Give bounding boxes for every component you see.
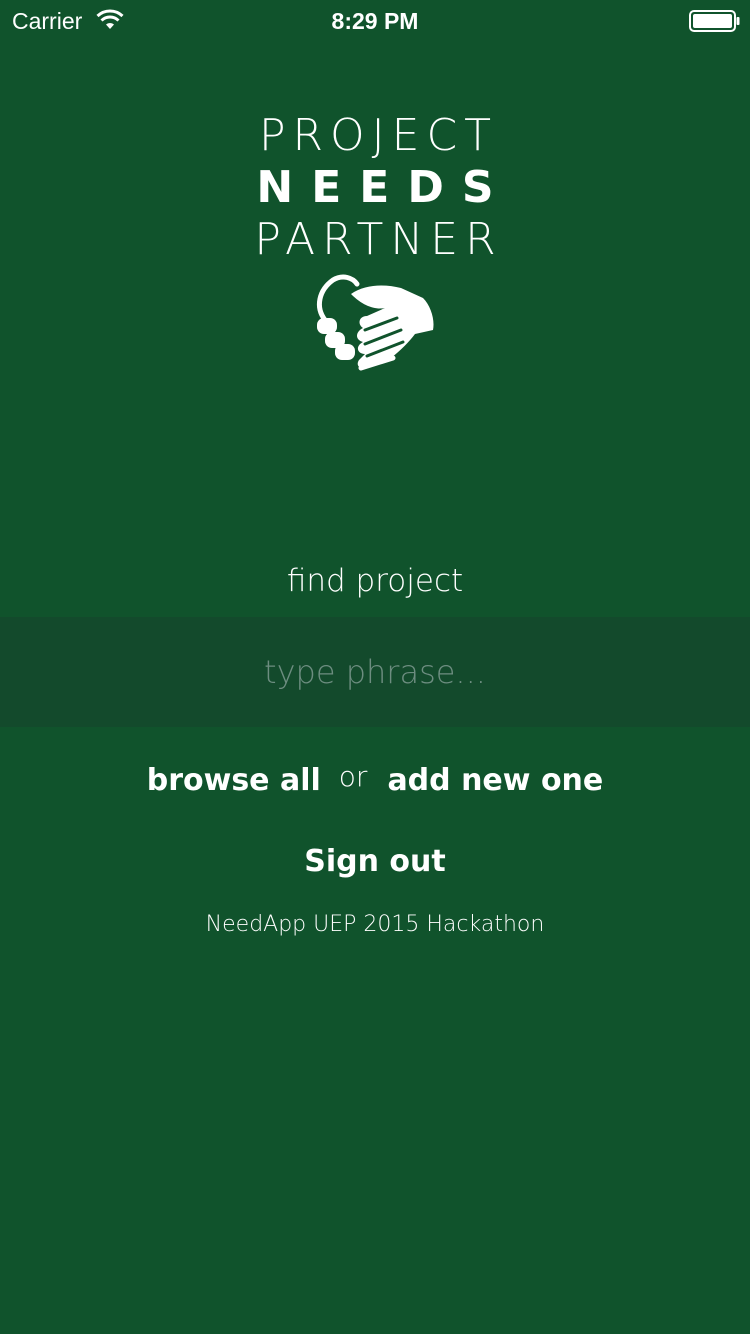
handshake-icon	[316, 274, 434, 371]
or-separator: or	[338, 760, 368, 793]
sign-out-button[interactable]: Sign out	[0, 837, 750, 887]
app-logo: PROJECT NEEDS PARTNER	[0, 110, 750, 266]
browse-all-button[interactable]: browse all	[147, 763, 321, 798]
status-time: 8:29 PM	[331, 8, 419, 34]
add-new-project-button[interactable]: add new one	[387, 763, 603, 798]
find-project-label: find project	[286, 563, 464, 599]
search-field-container	[0, 617, 750, 727]
search-input[interactable]	[0, 617, 750, 727]
footer-text: NeedApp UEP 2015 Hackathon	[205, 912, 545, 937]
logo-word-needs: NEEDS	[256, 162, 512, 213]
status-bar: Carrier 8:29 PM	[0, 0, 750, 40]
logo-word-partner: PARTNER	[254, 214, 503, 265]
logo-word-project: PROJECT	[258, 110, 499, 161]
battery-full-icon	[689, 10, 740, 32]
actions-row: browse all or add new one	[0, 756, 750, 806]
